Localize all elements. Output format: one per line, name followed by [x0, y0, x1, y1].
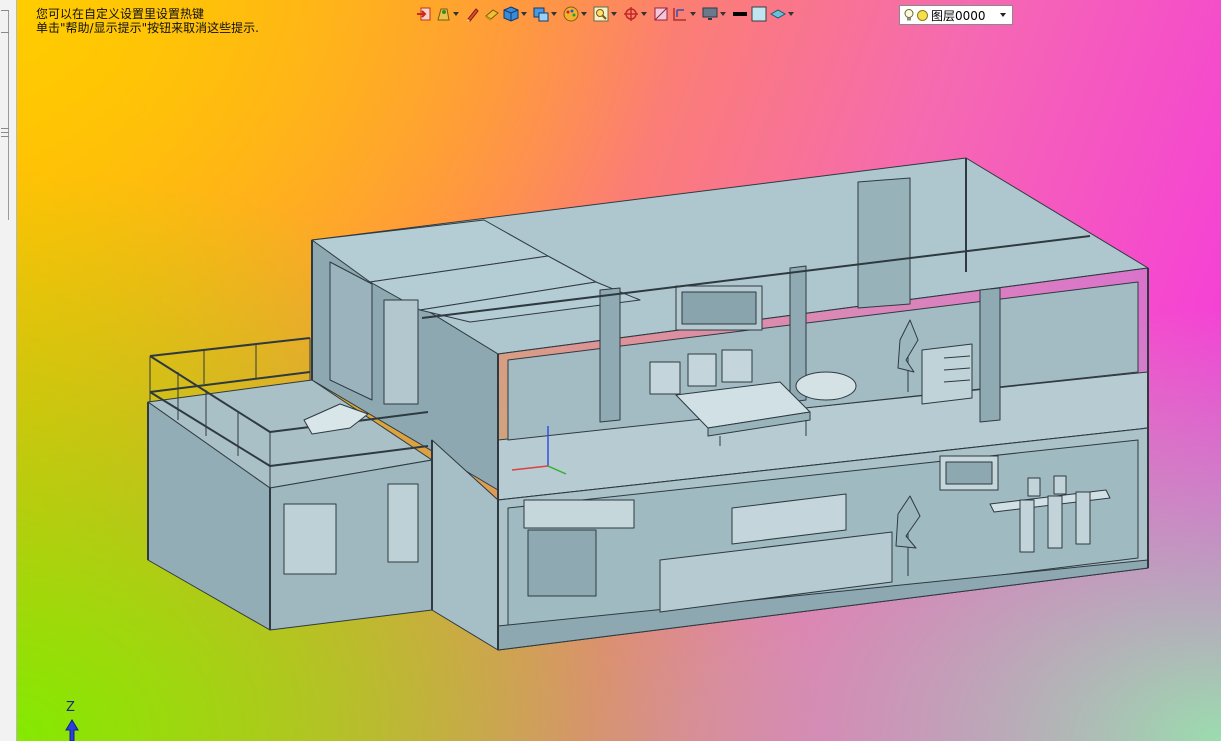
house-model[interactable]	[0, 0, 1221, 741]
axis-z-label: Z	[66, 700, 75, 715]
z-axis-arrow-icon	[65, 719, 79, 741]
view-axis-indicator: Z	[65, 700, 79, 741]
3d-viewport[interactable]: 您可以在自定义设置里设置热键 单击"帮助/显示提示"按钮来取消这些提示. 图层0…	[0, 0, 1221, 741]
model-geometry	[147, 157, 1149, 651]
